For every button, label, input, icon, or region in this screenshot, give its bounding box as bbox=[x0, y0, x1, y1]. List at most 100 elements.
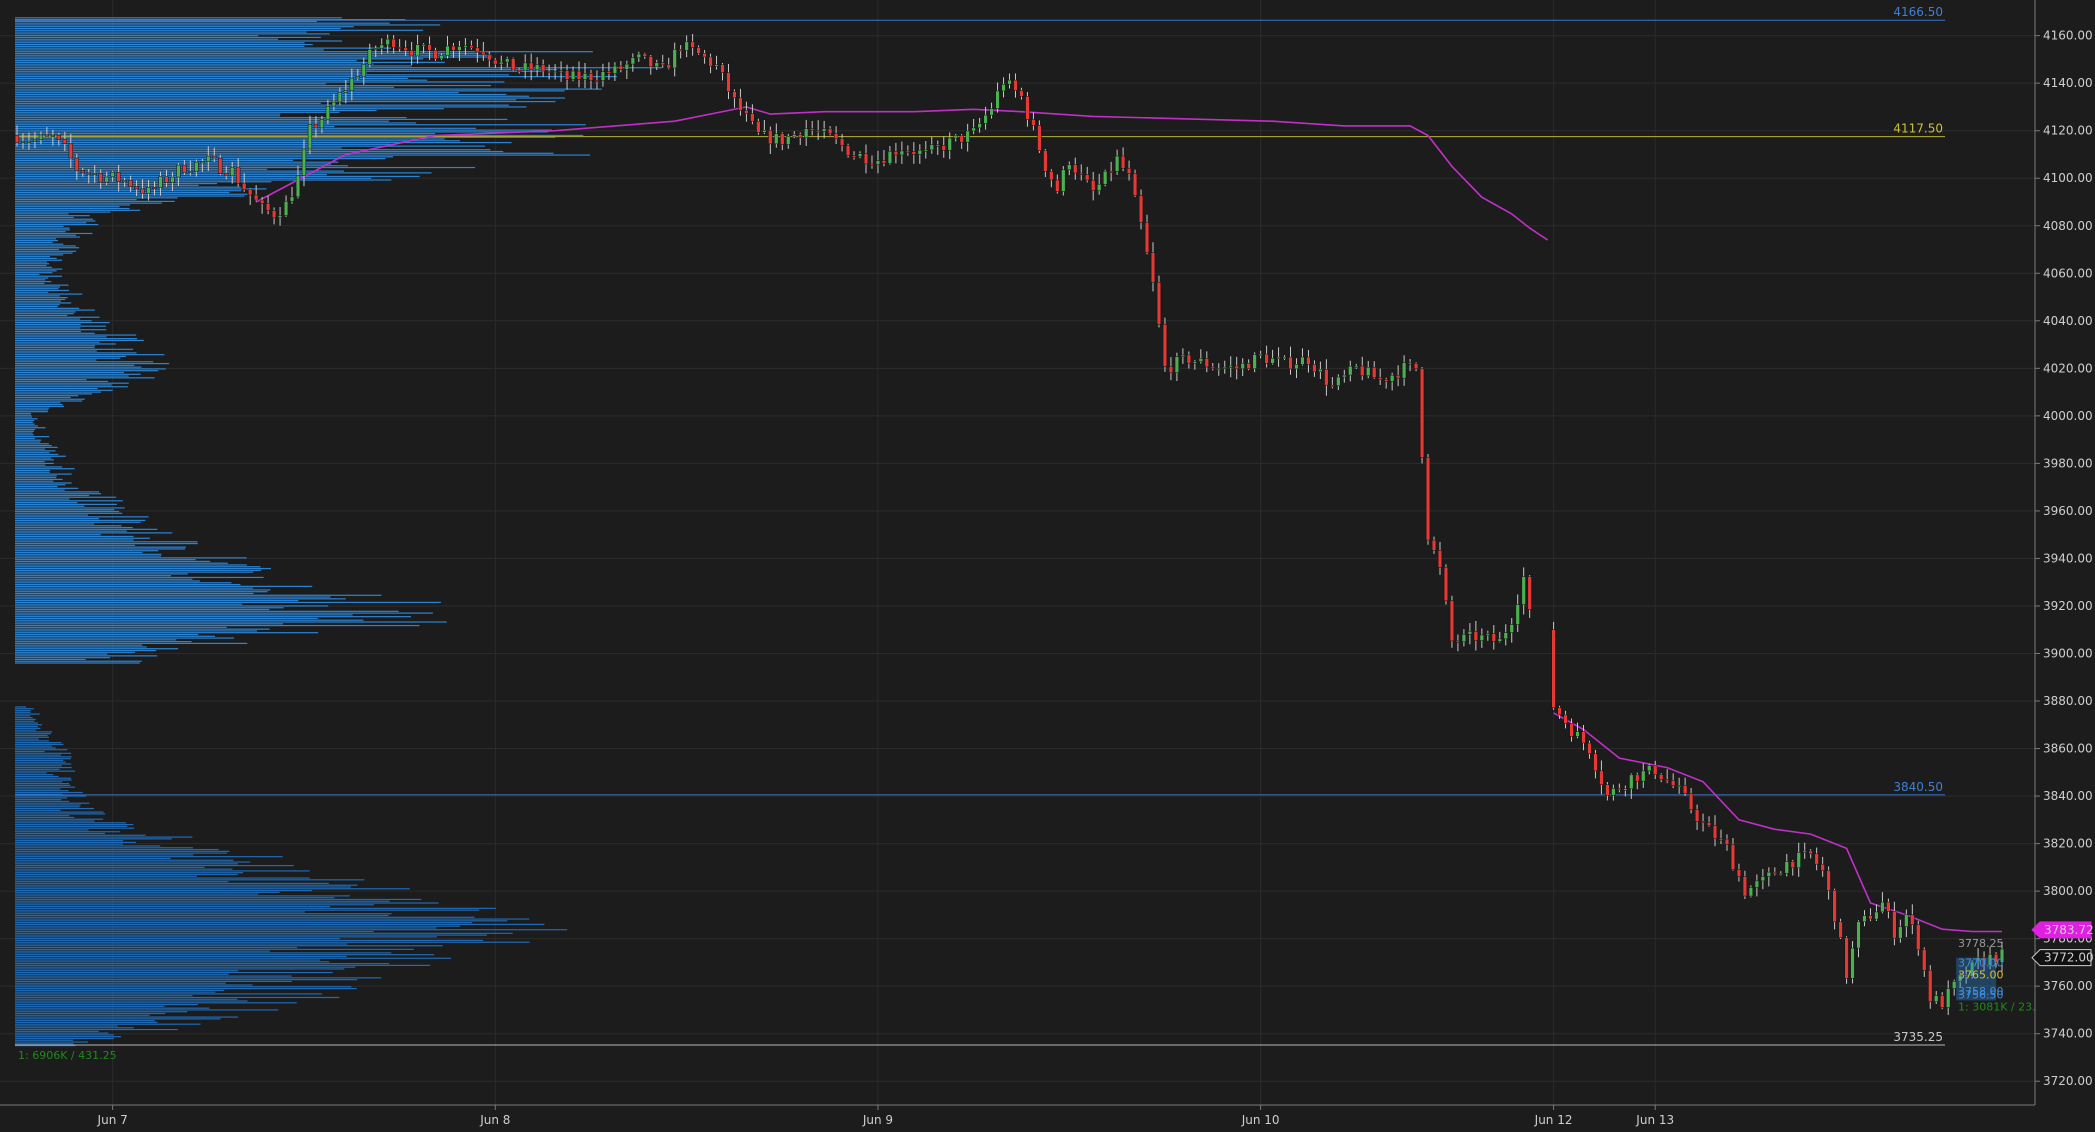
profile-bar bbox=[15, 186, 241, 188]
candle-body bbox=[636, 53, 641, 59]
candle-body bbox=[260, 199, 265, 204]
profile-bar bbox=[15, 65, 412, 67]
profile-bar bbox=[15, 475, 57, 477]
candle-body bbox=[1838, 921, 1843, 938]
candle-body bbox=[1162, 323, 1168, 367]
profile-bar bbox=[15, 304, 60, 306]
candle-body bbox=[1742, 876, 1748, 897]
candle-body bbox=[1814, 853, 1819, 865]
profile-bar bbox=[15, 909, 480, 911]
profile-bar bbox=[15, 626, 227, 628]
candle-body bbox=[1204, 358, 1209, 368]
candle-body bbox=[1396, 374, 1401, 379]
profile-bar bbox=[15, 293, 83, 295]
candle-body bbox=[941, 145, 946, 151]
profile-bar bbox=[15, 763, 72, 765]
profile-bar bbox=[15, 790, 69, 792]
y-tick-label: 4160.00 bbox=[2043, 29, 2093, 43]
profile-bar bbox=[15, 377, 155, 379]
profile-bar bbox=[15, 510, 120, 513]
profile-bar bbox=[15, 466, 63, 468]
candle-body bbox=[331, 101, 336, 107]
profile-bar bbox=[15, 580, 200, 582]
price-chart[interactable]: 4166.50 4117.50 3840.50 3735.25 3778.25 3770… bbox=[0, 0, 2095, 1132]
profile-bar bbox=[15, 941, 530, 943]
candle-body bbox=[38, 134, 44, 140]
candle-body bbox=[1491, 633, 1496, 642]
profile-bar bbox=[15, 596, 331, 598]
profile-bar bbox=[15, 487, 79, 489]
profile-bar bbox=[15, 288, 59, 290]
profile-bar bbox=[15, 133, 436, 135]
candle-body bbox=[606, 71, 612, 74]
candle-body bbox=[1605, 784, 1610, 796]
candle-body bbox=[1276, 356, 1281, 359]
profile-bar bbox=[15, 67, 662, 69]
candle-body bbox=[379, 44, 384, 49]
candle-body bbox=[50, 134, 55, 137]
candle-body bbox=[1126, 167, 1132, 175]
profile-bar bbox=[15, 36, 321, 39]
profile-bar bbox=[15, 1034, 114, 1036]
candle-body bbox=[708, 56, 713, 67]
profile-bar bbox=[15, 478, 63, 481]
candle-body bbox=[1748, 887, 1753, 897]
profile-bar bbox=[15, 952, 392, 954]
profile-bar bbox=[15, 152, 554, 154]
candle-body bbox=[1593, 753, 1598, 772]
profile-bar bbox=[15, 900, 390, 902]
profile-bar bbox=[15, 485, 58, 488]
candle-body bbox=[319, 119, 325, 129]
candle-body bbox=[1419, 368, 1425, 458]
profile-bar bbox=[15, 519, 146, 522]
profile-bar bbox=[15, 521, 141, 523]
profile-bar bbox=[15, 384, 112, 386]
profile-bar bbox=[15, 868, 233, 870]
candle-body bbox=[1880, 901, 1885, 913]
profile-bar bbox=[15, 341, 100, 343]
candle-body bbox=[1264, 353, 1269, 364]
profile-bar bbox=[15, 925, 461, 927]
profile-bar bbox=[15, 795, 87, 797]
profile-bar bbox=[15, 993, 323, 995]
candle-body bbox=[1097, 183, 1102, 191]
profile-bar bbox=[15, 632, 319, 634]
profile-bar bbox=[15, 505, 85, 507]
candle-body bbox=[672, 49, 677, 69]
candle-body bbox=[511, 58, 516, 71]
candle-body bbox=[732, 91, 737, 99]
candle-body bbox=[1659, 774, 1664, 780]
profile-bar bbox=[15, 864, 294, 867]
profile-bar bbox=[15, 589, 271, 591]
candle-body bbox=[74, 157, 79, 171]
candle-body bbox=[1952, 981, 1957, 989]
profile-bar bbox=[15, 1025, 118, 1027]
profile-bar bbox=[15, 357, 121, 359]
profile-bar bbox=[15, 598, 346, 600]
candle-body bbox=[1635, 774, 1640, 782]
profile-bar bbox=[15, 336, 107, 338]
profile-bar bbox=[15, 825, 128, 827]
candle-body bbox=[182, 164, 187, 173]
candle-body bbox=[1342, 374, 1347, 378]
profile-bar bbox=[15, 662, 140, 664]
candle-body bbox=[780, 133, 785, 145]
candle-body bbox=[1826, 870, 1831, 891]
candle-body bbox=[1509, 624, 1514, 633]
candle-body bbox=[409, 50, 414, 57]
price-tag-label: 3772.00 bbox=[2044, 951, 2094, 965]
profile-bar bbox=[15, 302, 72, 304]
profile-bar bbox=[15, 815, 70, 817]
profile-bar bbox=[15, 256, 51, 258]
profile-bar bbox=[15, 822, 126, 824]
time-axis[interactable] bbox=[0, 1105, 2035, 1132]
profile-bar bbox=[15, 891, 280, 893]
profile-bar bbox=[15, 829, 89, 831]
candle-body bbox=[582, 72, 588, 80]
chart-canvas[interactable]: 4166.504117.503840.503735.25 3778.253770… bbox=[0, 0, 2095, 1132]
profile-bar bbox=[15, 202, 162, 204]
profile-total-label: 1: 6906K / 431.25 bbox=[18, 1049, 117, 1062]
candle-body bbox=[1736, 869, 1742, 877]
profile-bar bbox=[15, 709, 31, 712]
profile-bar bbox=[15, 129, 552, 131]
